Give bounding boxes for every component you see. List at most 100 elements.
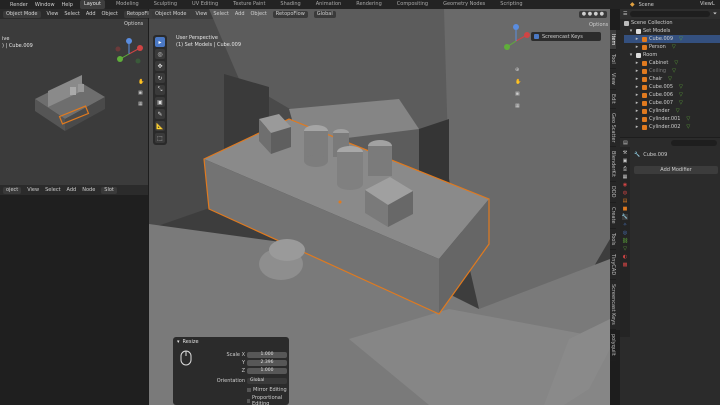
left-menu-object[interactable]: Object (102, 11, 118, 17)
expand-icon[interactable]: ▸ (634, 92, 640, 98)
scale-y-field[interactable]: 2.396 (247, 360, 287, 366)
main-menu-object[interactable]: Object (251, 11, 267, 17)
cursor-tool[interactable]: ◎ (155, 49, 165, 59)
tool-props-icon[interactable]: ⚒ (623, 150, 627, 156)
camera-view-icon[interactable]: ▣ (515, 91, 521, 97)
scene-selector[interactable]: ◆ Scene (630, 0, 654, 9)
node-menu-add[interactable]: Add (67, 187, 77, 193)
left-menu-add[interactable]: Add (86, 11, 96, 17)
particles-props-icon[interactable]: ✧ (623, 222, 627, 228)
node-editor-type[interactable]: oject (3, 186, 22, 194)
properties-search-input[interactable] (670, 139, 717, 146)
camera-icon[interactable]: ▣ (138, 90, 146, 96)
proportional-checkbox[interactable] (247, 399, 250, 403)
outliner-item-cube-009[interactable]: ▸ Cube.009 ▽ (624, 35, 720, 43)
outliner-item-cylinder-002[interactable]: ▸ Cylinder.002 ▽ (624, 123, 720, 131)
tab-compositing[interactable]: Compositing (393, 0, 432, 9)
tab-view[interactable]: View (610, 69, 616, 90)
view-layer-label[interactable]: ViewL (700, 0, 715, 9)
main-navigation-gizmo[interactable] (499, 21, 533, 61)
outliner-search-input[interactable] (630, 11, 710, 17)
shading-buttons[interactable]: ● ● ● ● (578, 10, 607, 18)
left-menu-select[interactable]: Select (64, 11, 79, 17)
navigation-gizmo[interactable] (112, 37, 146, 71)
tab-animation[interactable]: Animation (312, 0, 346, 9)
tab-screencast-keys[interactable]: Screencast Keys (610, 280, 616, 330)
expand-icon[interactable]: ▸ (634, 68, 640, 74)
material-props-icon[interactable]: ◐ (623, 254, 627, 260)
expand-icon[interactable]: ▸ (634, 60, 640, 66)
tab-modeling[interactable]: Modeling (112, 0, 143, 9)
tab-rendering[interactable]: Rendering (352, 0, 386, 9)
expand-icon[interactable]: ▸ (634, 124, 640, 130)
tab-tinycad[interactable]: TinyCAD (610, 250, 616, 281)
outliner-item-cube-007[interactable]: ▸ Cube.007 ▽ (624, 99, 720, 107)
add-cube-tool[interactable]: ⬚ (155, 133, 165, 143)
collection-props-icon[interactable]: ▤ (623, 198, 628, 204)
outliner-item-cabinet[interactable]: ▸ Cabinet ▽ (624, 59, 720, 67)
scale-tool[interactable]: ⤡ (155, 85, 165, 95)
left-mode-select[interactable]: Object Mode (3, 10, 41, 18)
select-tool[interactable]: ▸ (155, 37, 165, 47)
mirror-checkbox[interactable] (247, 388, 251, 392)
tab-edit[interactable]: Edit (610, 90, 616, 109)
world-props-icon[interactable]: ◍ (623, 190, 627, 196)
hand-icon[interactable]: ✋ (138, 79, 146, 85)
texture-props-icon[interactable]: ▩ (623, 262, 628, 268)
scale-x-field[interactable]: 1.000 (247, 352, 287, 358)
expand-icon[interactable]: ▾ (628, 28, 634, 34)
outliner-item-chair[interactable]: ▸ Chair ▽ (624, 75, 720, 83)
expand-icon[interactable]: ▸ (634, 108, 640, 114)
object-props-icon[interactable]: ■ (623, 206, 628, 212)
physics-props-icon[interactable]: ◎ (623, 230, 627, 236)
tab-geo-scatter[interactable]: Geo Scatter (610, 109, 616, 148)
set-models-row[interactable]: ▾ Set Models (624, 27, 720, 35)
scene-props-icon[interactable]: ◉ (623, 182, 627, 188)
tab-tool[interactable]: Tool (610, 50, 616, 70)
outliner-item-cube-006[interactable]: ▸ Cube.006 ▽ (624, 91, 720, 99)
tab-geometry-nodes[interactable]: Geometry Nodes (439, 0, 489, 9)
transform-tool[interactable]: ▣ (155, 97, 165, 107)
tab-blenderkit[interactable]: BlenderKit (610, 147, 616, 183)
add-modifier-button[interactable]: Add Modifier (634, 166, 718, 174)
tab-create[interactable]: Create (610, 203, 616, 229)
view-layer-props-icon[interactable]: ▦ (623, 174, 628, 180)
annotate-tool[interactable]: ✎ (155, 109, 165, 119)
screencast-checkbox[interactable] (534, 34, 539, 39)
measure-tool[interactable]: 📐 (155, 121, 165, 131)
left-menu-view[interactable]: View (47, 11, 59, 17)
node-menu-node[interactable]: Node (82, 187, 95, 193)
main-mode-select[interactable]: Object Mode (152, 10, 190, 18)
menu-render[interactable]: Render (10, 2, 28, 8)
outliner-item-ceiling[interactable]: ▸ Ceiling ▽ (624, 67, 720, 75)
left-viewport[interactable]: Object Mode View Select Add Object Retop… (0, 9, 159, 185)
menu-help[interactable]: Help (62, 2, 73, 8)
ortho-grid-icon[interactable]: ▦ (515, 103, 521, 109)
outliner-item-cylinder-001[interactable]: ▸ Cylinder.001 ▽ (624, 115, 720, 123)
modifier-props-icon[interactable]: 🔧 (621, 214, 629, 220)
properties-editor-type-icon[interactable]: ▤ (623, 140, 628, 146)
orientation-dropdown[interactable]: Global (247, 378, 287, 384)
tab-uv-editing[interactable]: UV Editing (188, 0, 222, 9)
proportional-editing-toggle[interactable]: Proportional Editing (247, 395, 289, 405)
expand-icon[interactable]: ▸ (634, 84, 640, 90)
expand-icon[interactable]: ▾ (628, 52, 634, 58)
expand-icon[interactable]: ▸ (634, 36, 640, 42)
render-props-icon[interactable]: ▣ (623, 158, 628, 164)
main-menu-view[interactable]: View (196, 11, 208, 17)
outliner-filter-icon[interactable]: ☰ (623, 11, 627, 17)
resize-panel-header[interactable]: ▾ Resize (173, 337, 289, 346)
node-editor[interactable]: oject View Select Add Node Slot (0, 185, 148, 405)
outliner-item-person[interactable]: ▸ Person ▽ (624, 43, 720, 51)
scale-z-field[interactable]: 1.000 (247, 368, 287, 374)
tab-scripting[interactable]: Scripting (496, 0, 526, 9)
outliner-item-cube-005[interactable]: ▸ Cube.005 ▽ (624, 83, 720, 91)
tab-polyquilt[interactable]: polyquilt (610, 330, 616, 361)
left-options-button[interactable]: Options (124, 21, 143, 27)
main-menu-add[interactable]: Add (235, 11, 245, 17)
menu-window[interactable]: Window (35, 2, 55, 8)
collapse-chevron-icon[interactable]: ▾ (177, 339, 180, 345)
move-tool[interactable]: ✥ (155, 61, 165, 71)
main-viewport[interactable]: Object Mode View Select Add Object Retop… (149, 9, 610, 405)
orientation-select[interactable]: Global (313, 10, 336, 18)
